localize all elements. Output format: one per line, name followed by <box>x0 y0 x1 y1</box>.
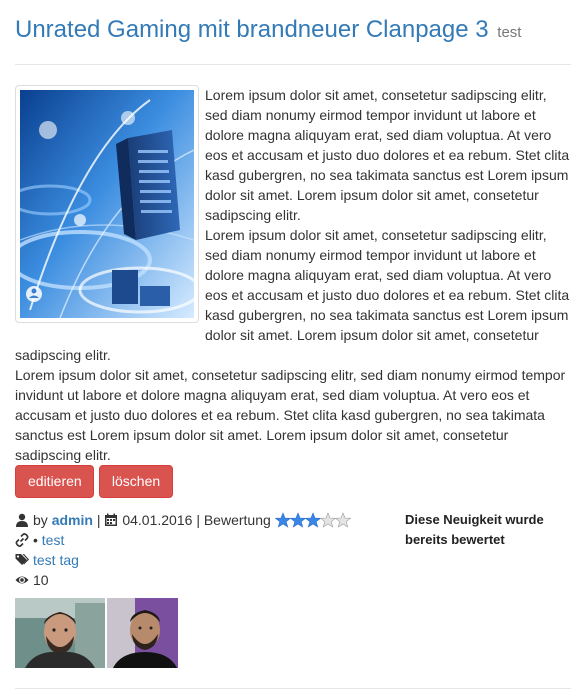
separator: | <box>96 512 101 528</box>
author-link[interactable]: admin <box>52 510 93 530</box>
link-icon <box>15 533 29 547</box>
link-prefix: • <box>33 532 38 548</box>
gallery-photo[interactable] <box>107 598 178 668</box>
meta-row-views: 10 <box>15 570 350 590</box>
tag-link[interactable]: test tag <box>33 550 79 570</box>
news-title-text: Unrated Gaming mit brandneuer Clanpage 3 <box>15 16 489 43</box>
article-paragraph: Lorem ipsum dolor sit amet, consetetur s… <box>15 367 566 463</box>
divider-top <box>15 64 571 65</box>
delete-button[interactable]: löschen <box>98 465 173 498</box>
news-gallery <box>15 598 178 668</box>
calendar-icon <box>105 513 118 526</box>
star-icon[interactable] <box>289 512 306 528</box>
divider-bottom <box>15 688 571 689</box>
star-icon[interactable] <box>304 512 321 528</box>
news-date: 04.01.2016 <box>122 512 193 528</box>
separator: | <box>196 512 200 528</box>
news-image[interactable] <box>15 85 199 323</box>
news-article: Lorem ipsum dolor sit amet, consetetur s… <box>15 85 570 465</box>
network-server-illustration <box>20 90 194 318</box>
meta-row-tags: test tag <box>15 550 350 570</box>
star-icon[interactable] <box>274 512 291 528</box>
meta-row-link: • test <box>15 530 350 550</box>
view-count: 10 <box>33 572 49 588</box>
gallery-photo[interactable] <box>15 598 105 668</box>
rating-stars[interactable] <box>274 512 351 528</box>
news-link[interactable]: test <box>42 530 65 550</box>
edit-button[interactable]: editieren <box>15 465 94 498</box>
user-icon <box>16 513 28 527</box>
author-name: admin <box>51 512 93 528</box>
tags-icon <box>15 554 29 565</box>
eye-icon <box>15 576 29 584</box>
rated-notice: Diese Neuigkeit wurde bereits bewertet <box>405 512 544 547</box>
rating-label: Bewertung <box>203 512 271 528</box>
news-title-tag: test <box>497 24 522 41</box>
news-meta: by admin | 04.01.2016 | Bewertung • test… <box>15 510 351 590</box>
star-icon[interactable] <box>334 512 351 528</box>
meta-row-author: by admin | 04.01.2016 | Bewertung <box>15 510 351 530</box>
by-label: by <box>33 512 48 528</box>
star-icon[interactable] <box>319 512 336 528</box>
admin-actions: editieren löschen <box>15 465 174 498</box>
news-title: Unrated Gaming mit brandneuer Clanpage 3… <box>15 16 521 44</box>
